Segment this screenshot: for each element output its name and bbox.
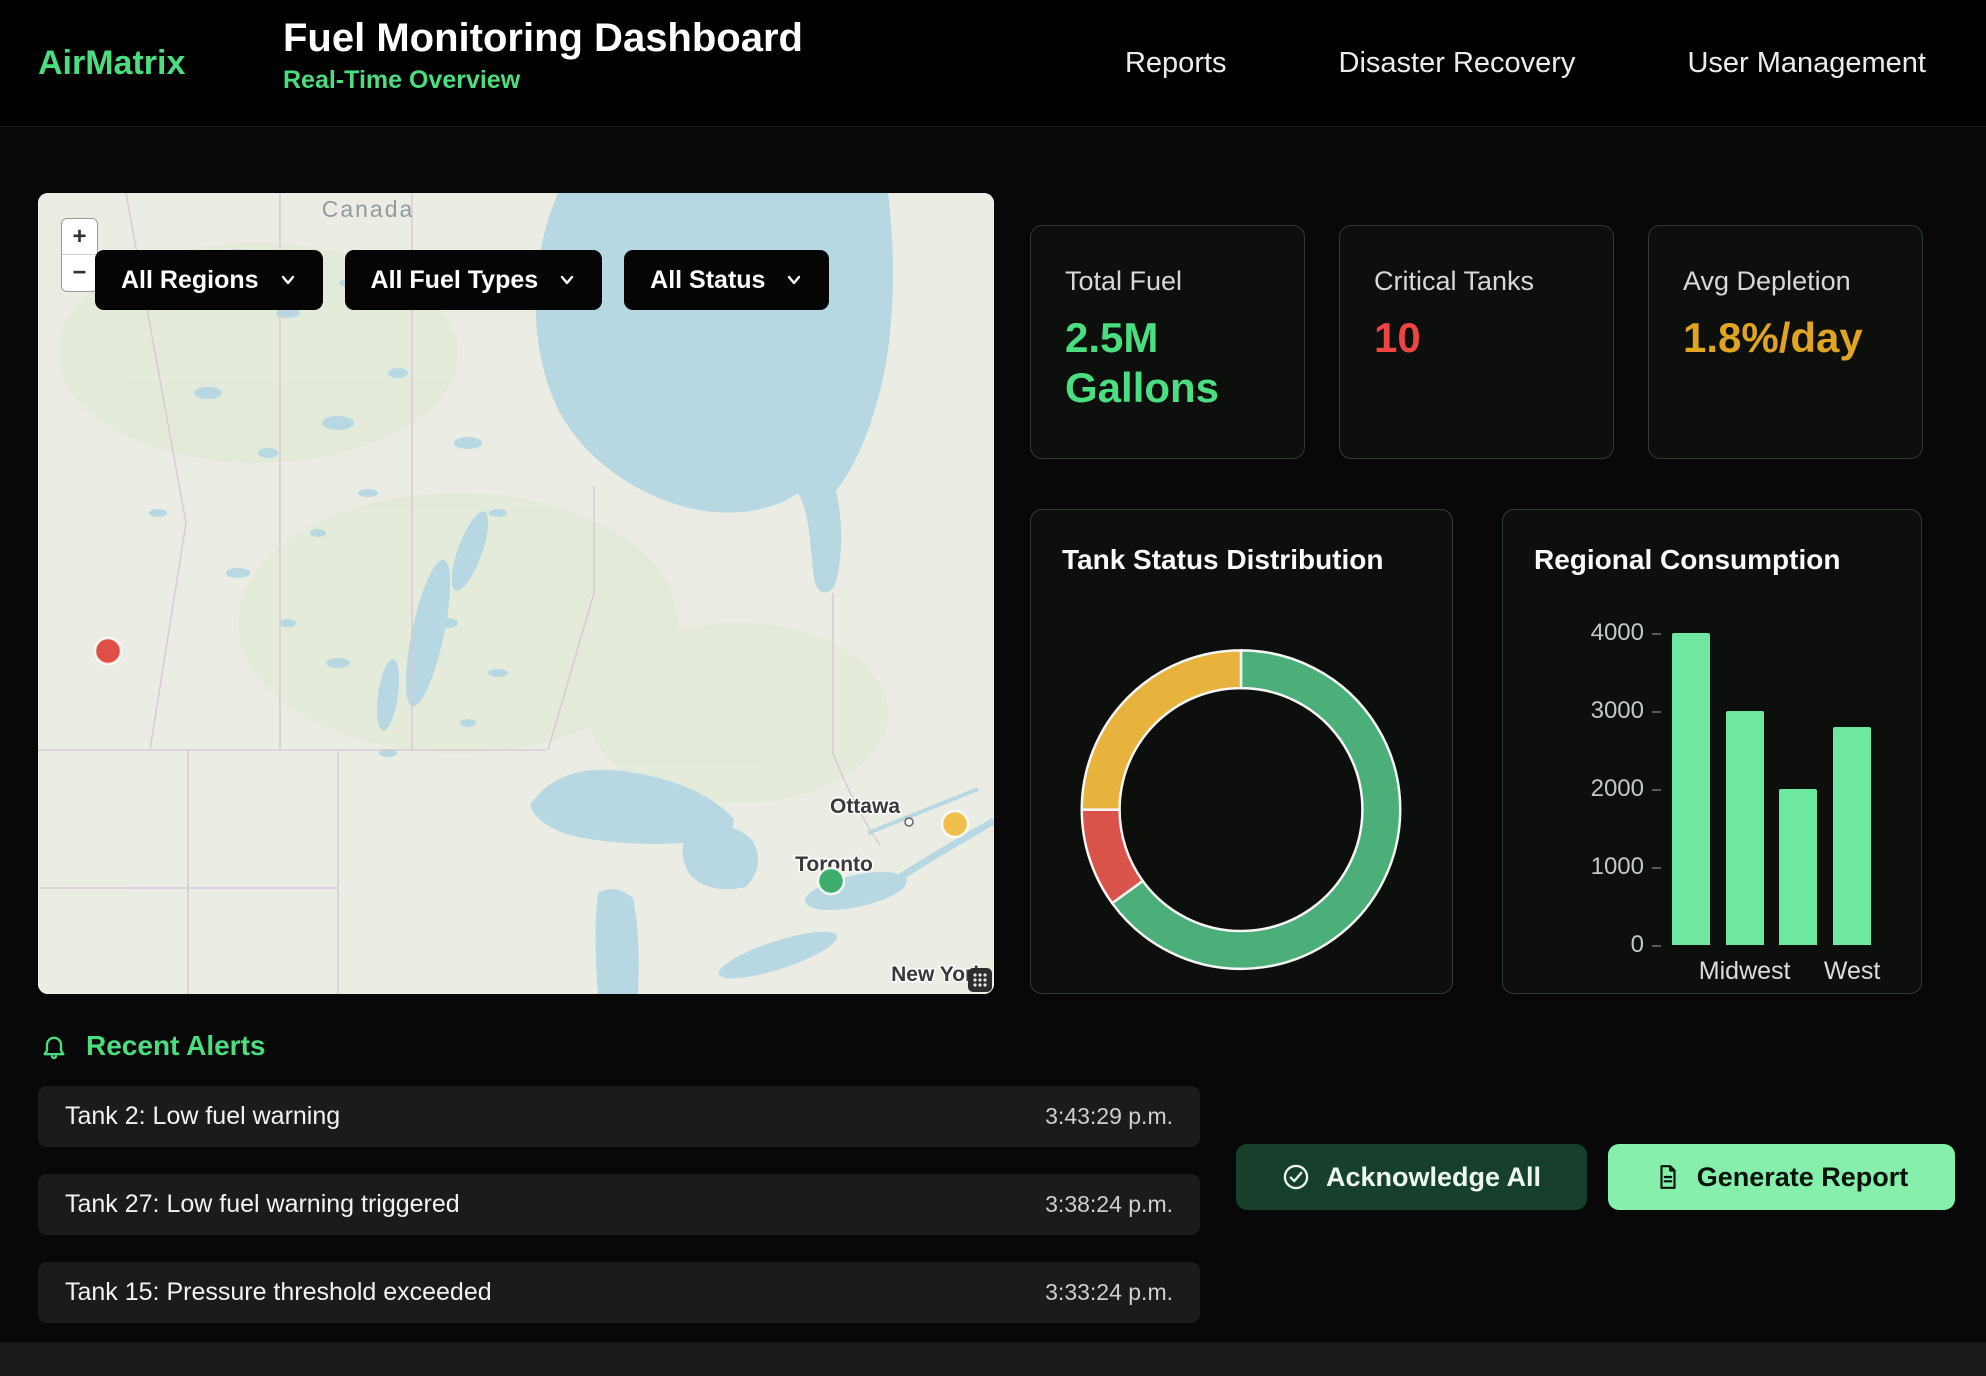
regional-consumption-chart-card: Regional Consumption 01000200030004000Mi…	[1502, 509, 1922, 994]
map-attribution-toggle[interactable]	[968, 968, 992, 992]
map-canvas: Canada Ottawa Toronto New York	[38, 193, 994, 994]
y-axis-tick-label: 0	[1554, 933, 1644, 957]
map-label-canada: Canada	[322, 196, 415, 222]
map-zoom-control: + −	[61, 218, 98, 292]
nav-disaster-recovery[interactable]: Disaster Recovery	[1339, 47, 1576, 80]
chevron-down-icon	[558, 271, 576, 289]
y-axis-tick-mark	[1652, 945, 1661, 947]
lake-michigan	[596, 889, 639, 994]
document-icon	[1655, 1164, 1681, 1190]
alert-row[interactable]: Tank 2: Low fuel warning 3:43:29 p.m.	[38, 1086, 1200, 1147]
fuel-map[interactable]: Canada Ottawa Toronto New York + − All R…	[38, 193, 994, 994]
chevron-down-icon	[785, 271, 803, 289]
y-axis-tick-label: 1000	[1554, 855, 1644, 879]
zoom-out-button[interactable]: −	[62, 255, 97, 291]
regional-consumption-bar-chart: 01000200030004000MidwestWest	[1503, 510, 1921, 993]
consumption-bar-3	[1833, 727, 1871, 945]
map-filter-bar: All Regions All Fuel Types All Status	[95, 250, 829, 310]
alert-row[interactable]: Tank 27: Low fuel warning triggered 3:38…	[38, 1174, 1200, 1235]
region-filter-dropdown[interactable]: All Regions	[95, 250, 323, 310]
consumption-bar-2	[1779, 789, 1817, 945]
header: AirMatrix Fuel Monitoring Dashboard Real…	[0, 0, 1986, 127]
donut-segment-yellow	[1082, 650, 1241, 809]
brand-logo[interactable]: AirMatrix	[38, 44, 185, 83]
nav-user-management[interactable]: User Management	[1687, 47, 1926, 80]
stat-label: Avg Depletion	[1683, 266, 1888, 297]
check-circle-icon	[1282, 1163, 1310, 1191]
tank-status-donut-chart	[1031, 510, 1452, 993]
alert-timestamp: 3:38:24 p.m.	[1045, 1191, 1173, 1218]
page-title: Fuel Monitoring Dashboard	[283, 16, 803, 60]
alert-message: Tank 27: Low fuel warning triggered	[65, 1190, 460, 1219]
alert-message: Tank 2: Low fuel warning	[65, 1102, 340, 1131]
alert-timestamp: 3:43:29 p.m.	[1045, 1103, 1173, 1130]
bell-icon	[40, 1032, 68, 1060]
main-nav: Reports Disaster Recovery User Managemen…	[1125, 0, 1926, 127]
nav-reports[interactable]: Reports	[1125, 47, 1227, 80]
fuel-type-filter-value: All Fuel Types	[371, 266, 539, 295]
generate-report-button[interactable]: Generate Report	[1608, 1144, 1955, 1210]
alert-row[interactable]: Tank 15: Pressure threshold exceeded 3:3…	[38, 1262, 1200, 1323]
y-axis-tick-mark	[1652, 711, 1661, 713]
stat-card-total-fuel: Total Fuel 2.5M Gallons	[1030, 225, 1305, 459]
stat-value-total-fuel: 2.5M Gallons	[1065, 313, 1235, 412]
y-axis-tick-mark	[1652, 789, 1661, 791]
status-filter-dropdown[interactable]: All Status	[624, 250, 829, 310]
alert-timestamp: 3:33:24 p.m.	[1045, 1279, 1173, 1306]
x-axis-tick-label: West	[1782, 957, 1922, 986]
tank-map-marker[interactable]	[942, 811, 968, 837]
y-axis-tick-mark	[1652, 633, 1661, 635]
fuel-monitoring-dashboard: AirMatrix Fuel Monitoring Dashboard Real…	[0, 0, 1986, 1376]
fuel-type-filter-dropdown[interactable]: All Fuel Types	[345, 250, 603, 310]
alerts-list: Tank 2: Low fuel warning 3:43:29 p.m. Ta…	[38, 1086, 1200, 1323]
stat-label: Total Fuel	[1065, 266, 1270, 297]
y-axis-tick-label: 4000	[1554, 621, 1644, 645]
tank-map-marker[interactable]	[95, 638, 121, 664]
y-axis-tick-label: 2000	[1554, 777, 1644, 801]
alert-message: Tank 15: Pressure threshold exceeded	[65, 1278, 492, 1307]
y-axis-tick-mark	[1652, 867, 1661, 869]
stat-label: Critical Tanks	[1374, 266, 1579, 297]
title-block: Fuel Monitoring Dashboard Real-Time Over…	[283, 16, 803, 95]
status-filter-value: All Status	[650, 266, 765, 295]
stat-card-critical-tanks: Critical Tanks 10	[1339, 225, 1614, 459]
ottawa-city-dot	[905, 818, 913, 826]
zoom-in-button[interactable]: +	[62, 219, 97, 255]
acknowledge-all-label: Acknowledge All	[1326, 1162, 1541, 1193]
y-axis-tick-label: 3000	[1554, 699, 1644, 723]
generate-report-label: Generate Report	[1697, 1162, 1909, 1193]
consumption-bar-1	[1726, 711, 1764, 945]
region-filter-value: All Regions	[121, 266, 259, 295]
tank-map-marker[interactable]	[818, 868, 844, 894]
stat-value-avg-depletion: 1.8%/day	[1683, 313, 1853, 363]
alerts-header: Recent Alerts	[40, 1030, 265, 1062]
bottom-bar	[0, 1342, 1986, 1376]
alerts-title: Recent Alerts	[86, 1030, 265, 1062]
page-subtitle: Real-Time Overview	[283, 66, 803, 95]
chevron-down-icon	[279, 271, 297, 289]
stat-value-critical-tanks: 10	[1374, 313, 1544, 363]
map-label-ottawa: Ottawa	[830, 795, 900, 818]
tank-status-chart-card: Tank Status Distribution	[1030, 509, 1453, 994]
consumption-bar-0	[1672, 633, 1710, 945]
acknowledge-all-button[interactable]: Acknowledge All	[1236, 1144, 1587, 1210]
grip-dots-icon	[971, 971, 989, 989]
stat-card-avg-depletion: Avg Depletion 1.8%/day	[1648, 225, 1923, 459]
